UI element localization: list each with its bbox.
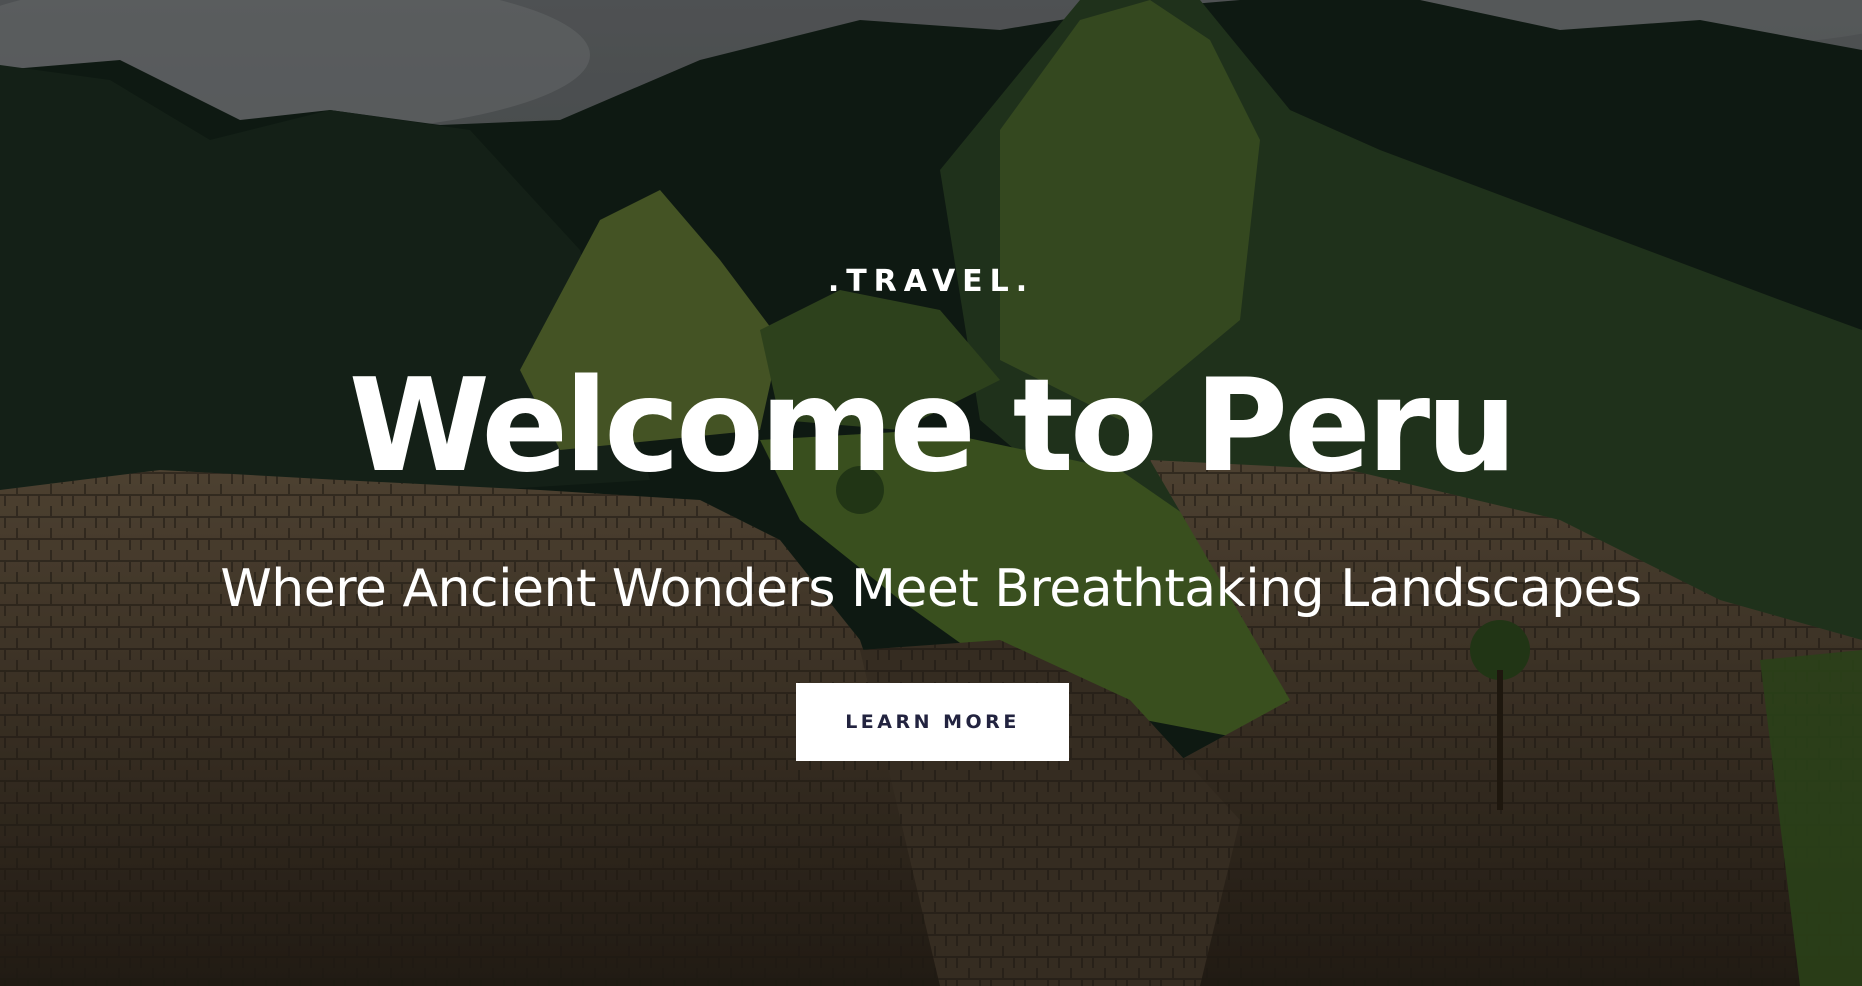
hero-eyebrow: .TRAVEL. bbox=[827, 264, 1035, 299]
hero-section: .TRAVEL. Welcome to Peru Where Ancient W… bbox=[0, 0, 1862, 986]
learn-more-button[interactable]: LEARN MORE bbox=[796, 683, 1069, 761]
hero-subtitle: Where Ancient Wonders Meet Breathtaking … bbox=[220, 559, 1642, 619]
hero-title: Welcome to Peru bbox=[348, 352, 1517, 501]
